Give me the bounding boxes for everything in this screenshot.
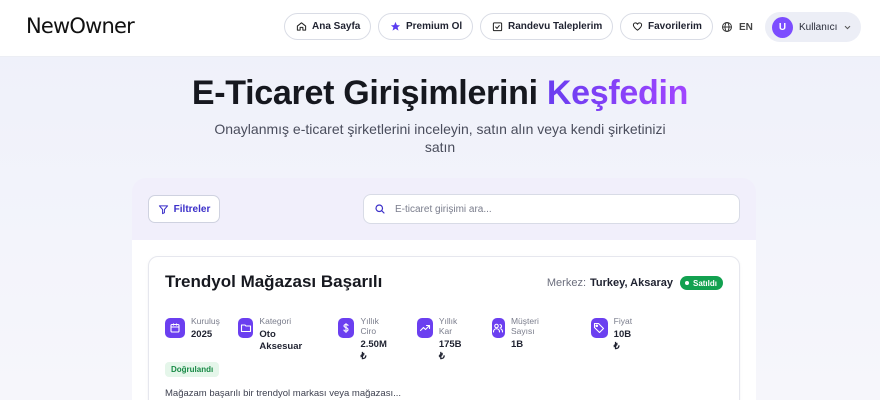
home-icon <box>296 22 307 31</box>
calendar-check-icon <box>492 22 503 32</box>
stat-customers: Müşteri Sayısı 1B <box>492 316 546 351</box>
stat-founded-label: Kuruluş <box>191 316 220 326</box>
stat-profit-label: Yıllık Kar <box>438 316 458 336</box>
stat-price-value: 10B ₺ <box>613 329 632 352</box>
stat-price: Fiyat 10B ₺ <box>591 316 635 353</box>
nav-favorites-button[interactable]: Favorilerim <box>620 13 713 40</box>
filters-button[interactable]: Filtreler <box>148 195 220 223</box>
stat-profit-icon-box <box>417 318 433 338</box>
star-icon <box>390 21 401 31</box>
top-navbar: NewOwner Ana Sayfa Premium Ol Randevu Ta… <box>0 0 880 57</box>
user-menu[interactable]: U Kullanıcı <box>765 12 861 42</box>
nav-premium-label: Premium Ol <box>406 21 463 32</box>
page-title-main: E-Ticaret Girişimlerini <box>191 74 547 112</box>
location-label: Merkez: <box>546 277 587 289</box>
page-subtitle: Onaylanmış e-ticaret şirketlerini incele… <box>214 121 666 155</box>
language-switcher[interactable]: EN <box>721 19 753 35</box>
users-icon <box>493 323 504 333</box>
stat-revenue-label: Yıllık Ciro <box>360 316 379 336</box>
stat-category-label: Kategori <box>259 316 292 326</box>
stat-founded-value: 2025 <box>191 329 213 340</box>
trending-up-icon <box>419 324 430 332</box>
status-dot-icon <box>684 281 689 285</box>
stat-founded-icon-box <box>165 318 185 338</box>
listing-title[interactable]: Trendyol Mağazası Başarılı <box>165 272 382 292</box>
filters-label: Filtreler <box>173 203 211 215</box>
stat-profit: Yıllık Kar 175B ₺ <box>417 316 466 363</box>
heart-icon <box>632 22 643 31</box>
stat-customers-label: Müşteri Sayısı <box>510 316 539 336</box>
stat-category-value: Oto Aksesuar <box>259 329 303 352</box>
stat-founded: Kuruluş 2025 <box>165 316 220 341</box>
stat-customers-icon-box <box>492 318 505 338</box>
globe-icon <box>722 22 732 32</box>
stat-revenue-icon-box <box>338 318 355 338</box>
search-icon <box>375 204 385 214</box>
tag-icon <box>594 322 605 334</box>
listing-location: Merkez: Turkey, Aksaray Satıldı <box>547 276 723 290</box>
brand-logo[interactable]: NewOwner <box>26 14 135 38</box>
user-name: Kullanıcı <box>799 21 838 33</box>
stat-category-icon-box <box>238 318 254 338</box>
location-value: Turkey, Aksaray <box>590 277 673 289</box>
folder-icon <box>240 324 251 333</box>
page-title-accent: Keşfedin <box>546 74 689 112</box>
nav-home-label: Ana Sayfa <box>312 21 361 32</box>
nav-home-button[interactable]: Ana Sayfa <box>284 13 372 40</box>
status-badge-label: Satıldı <box>692 278 717 288</box>
chevron-down-icon <box>845 25 851 29</box>
status-badge: Satıldı <box>679 276 723 290</box>
language-label: EN <box>739 21 753 33</box>
stat-price-label: Fiyat <box>613 316 633 326</box>
stat-customers-value: 1B <box>510 339 524 350</box>
stat-price-icon-box <box>591 318 608 338</box>
dollar-icon <box>343 322 349 334</box>
stat-revenue-value: 2.50M ₺ <box>360 339 387 362</box>
nav-favorites-label: Favorilerim <box>648 21 702 32</box>
search-field[interactable] <box>363 194 740 224</box>
filter-icon <box>158 204 168 214</box>
verified-badge: Doğrulandı <box>165 362 220 377</box>
avatar: U <box>772 16 793 38</box>
nav-premium-button[interactable]: Premium Ol <box>378 13 474 40</box>
calendar-icon <box>170 323 180 333</box>
stat-category: Kategori Oto Aksesuar <box>238 316 307 353</box>
stat-profit-value: 175B ₺ <box>438 339 462 362</box>
stat-revenue: Yıllık Ciro 2.50M ₺ <box>338 316 390 363</box>
page-title: E-Ticaret Girişimlerini Keşfedin <box>0 74 880 113</box>
nav-appointments-button[interactable]: Randevu Taleplerim <box>480 13 614 40</box>
search-input[interactable] <box>395 203 739 215</box>
nav-appointments-label: Randevu Taleplerim <box>508 21 603 32</box>
listing-description: Mağazam başarılı bir trendyol markası ve… <box>165 388 402 399</box>
listing-card[interactable]: Trendyol Mağazası Başarılı Merkez: Turke… <box>148 256 740 400</box>
